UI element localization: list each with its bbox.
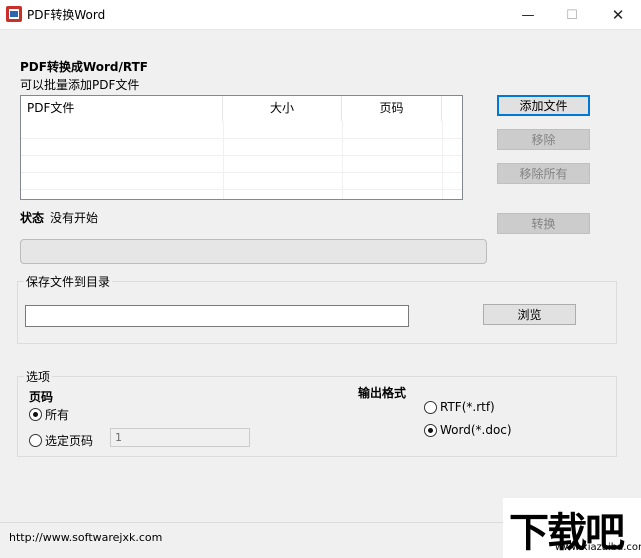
add-file-button[interactable]: 添加文件 <box>497 95 590 116</box>
batch-hint: 可以批量添加PDF文件 <box>20 78 140 92</box>
section-heading: PDF转换成Word/RTF <box>20 60 148 74</box>
close-button[interactable]: ✕ <box>595 0 641 30</box>
radio-rtf-label: RTF(*.rtf) <box>440 400 495 414</box>
radio-rtf-format[interactable]: RTF(*.rtf) <box>424 400 495 414</box>
convert-button[interactable]: 转换 <box>497 213 590 234</box>
grid-line <box>223 121 224 199</box>
output-format-label: 输出格式 <box>358 386 407 400</box>
pdf-file-list[interactable]: PDF文件 大小 页码 <box>20 95 463 200</box>
grid-line <box>21 138 462 139</box>
title-bar: PDF转换Word — ☐ ✕ <box>0 0 641 30</box>
radio-unchecked-icon <box>29 434 42 447</box>
maximize-button[interactable]: ☐ <box>549 0 595 30</box>
column-pdf-file[interactable]: PDF文件 <box>21 96 223 121</box>
radio-selected-pages[interactable]: 选定页码 <box>29 432 93 449</box>
watermark-logo: 下载吧 www.xiazaiba.com <box>503 498 641 558</box>
radio-word-label: Word(*.doc) <box>440 423 512 437</box>
progress-bar <box>20 239 487 264</box>
website-url: http://www.softwarejxk.com <box>9 531 163 544</box>
grid-line <box>442 121 443 199</box>
browse-button[interactable]: 浏览 <box>483 304 576 325</box>
page-range-input[interactable]: 1 <box>110 428 250 447</box>
options-group <box>17 376 617 457</box>
window-title: PDF转换Word <box>27 8 106 22</box>
grid-line <box>21 155 462 156</box>
status-value: 没有开始 <box>50 211 99 225</box>
status-label: 状态 <box>20 211 45 225</box>
minimize-button[interactable]: — <box>505 0 551 30</box>
radio-checked-icon <box>424 423 437 437</box>
options-legend: 选项 <box>24 368 53 385</box>
watermark-url: www.xiazaiba.com <box>555 542 641 553</box>
grid-line <box>21 172 462 173</box>
radio-all-pages[interactable]: 所有 <box>29 406 69 423</box>
save-directory-legend: 保存文件到目录 <box>24 273 113 290</box>
radio-selected-pages-label: 选定页码 <box>45 434 94 448</box>
list-header: PDF文件 大小 页码 <box>21 96 462 121</box>
radio-checked-icon <box>29 408 42 421</box>
pages-label: 页码 <box>29 390 54 404</box>
column-size[interactable]: 大小 <box>223 96 342 121</box>
remove-button[interactable]: 移除 <box>497 129 590 150</box>
output-directory-input[interactable] <box>25 305 409 327</box>
remove-all-button[interactable]: 移除所有 <box>497 163 590 184</box>
radio-word-format[interactable]: Word(*.doc) <box>424 423 512 437</box>
app-pdf-icon <box>6 6 22 22</box>
grid-line <box>342 121 343 199</box>
radio-all-pages-label: 所有 <box>45 408 70 422</box>
grid-line <box>21 189 462 190</box>
column-pages[interactable]: 页码 <box>342 96 442 121</box>
radio-unchecked-icon <box>424 400 437 414</box>
